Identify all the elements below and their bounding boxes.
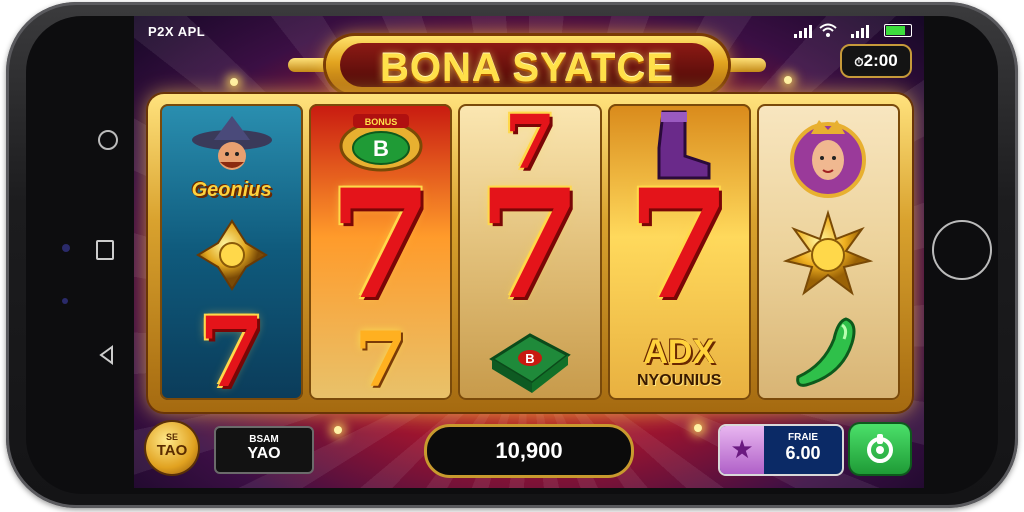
title-wing-right	[722, 58, 766, 72]
game-screen: P2X APL BONA SYATCE ⏱2:00 Geonius 7 BONU…	[134, 16, 924, 488]
green-chip-icon: B	[489, 333, 571, 393]
star-icon: ★	[720, 426, 764, 474]
sparkle	[784, 76, 792, 84]
back-icon[interactable]	[96, 344, 118, 366]
proximity-sensor-icon	[62, 298, 68, 304]
win-display: 10,900	[424, 424, 634, 478]
symbol-seven-small: 7	[309, 316, 452, 400]
game-hud: SE TAO BSAM YAO 10,900 ★ FRAIE 6.00	[134, 416, 924, 488]
seven-symbol: 7	[627, 157, 732, 333]
bet-small-label: BSAM	[249, 434, 279, 445]
symbol-seven: 7	[160, 296, 303, 401]
green-chip-letter: B	[525, 351, 534, 366]
seven-symbol: 7	[328, 157, 433, 333]
gold-gem-icon	[195, 219, 268, 291]
balance-display: ⏱2:00	[840, 44, 912, 78]
symbol-seven: 7	[458, 170, 601, 320]
symbol-green-pepper	[757, 304, 900, 400]
coin-big-label: TAO	[156, 442, 188, 459]
symbol-wizard: Geonius	[160, 108, 303, 206]
recent-apps-icon[interactable]	[96, 240, 114, 260]
symbol-ady-text: ADX NYOUNIUS	[608, 316, 751, 400]
front-sensor-icon	[62, 244, 70, 252]
ady-text-bottom: NYOUNIUS	[636, 371, 722, 389]
ady-text-top: ADX	[643, 332, 716, 371]
reel-3: 7 7 B	[458, 104, 602, 400]
seven-symbol: 7	[198, 296, 265, 401]
seven-symbol: 7	[354, 315, 408, 400]
camera-icon	[98, 130, 118, 150]
sparkle	[230, 78, 238, 86]
balance-value: 2:00	[863, 51, 898, 70]
symbol-gold-gem	[160, 206, 303, 304]
home-button-icon[interactable]	[932, 220, 992, 280]
carrier-label: P2X APL	[148, 24, 206, 39]
reel-5	[756, 104, 901, 400]
symbol-seven: 7	[608, 170, 751, 320]
bonus-badge-top: BONUS	[365, 117, 398, 127]
green-pepper-icon	[796, 317, 856, 387]
spin-icon	[867, 434, 893, 463]
bet-button[interactable]: BSAM YAO	[214, 426, 314, 474]
symbol-gold-sun	[757, 206, 900, 304]
game-title-banner: BONA SYATCE	[326, 36, 728, 94]
gold-sun-icon	[783, 209, 874, 296]
coin-button[interactable]: SE TAO	[146, 422, 198, 474]
seven-symbol: 7	[477, 157, 583, 333]
bet-big-label: YAO	[247, 445, 281, 462]
reel-1: Geonius 7	[160, 104, 304, 401]
reel-2: BONUS B 7 7	[309, 104, 453, 400]
coin-small-label: SE	[165, 432, 178, 442]
signal-icon	[794, 25, 812, 38]
battery-icon	[884, 24, 912, 37]
bonus-button[interactable]: ★ FRAIE 6.00	[718, 424, 844, 476]
phone-frame: P2X APL BONA SYATCE ⏱2:00 Geonius 7 BONU…	[6, 2, 1018, 508]
wifi-icon	[819, 23, 837, 37]
game-title: BONA SYATCE	[379, 46, 674, 90]
bonus-small-label: FRAIE	[788, 432, 818, 443]
clock-icon: ⏱	[854, 55, 864, 69]
symbol-queen	[757, 108, 900, 206]
reels-frame: Geonius 7 BONUS B 7 7 7 7 B 7 ADX NYOUNI…	[148, 94, 912, 412]
symbol-seven: 7	[309, 170, 452, 320]
signal-strength-icon	[851, 25, 869, 38]
bonus-big-label: 6.00	[785, 443, 821, 463]
reel-4: 7 ADX NYOUNIUS	[607, 104, 751, 400]
wizard-label: Geonius	[191, 179, 272, 201]
spin-button[interactable]	[850, 424, 910, 474]
symbol-green-chip: B	[458, 316, 601, 400]
queen-icon	[790, 120, 867, 198]
reels-container: Geonius 7 BONUS B 7 7 7 7 B 7 ADX NYOUNI…	[160, 104, 901, 401]
